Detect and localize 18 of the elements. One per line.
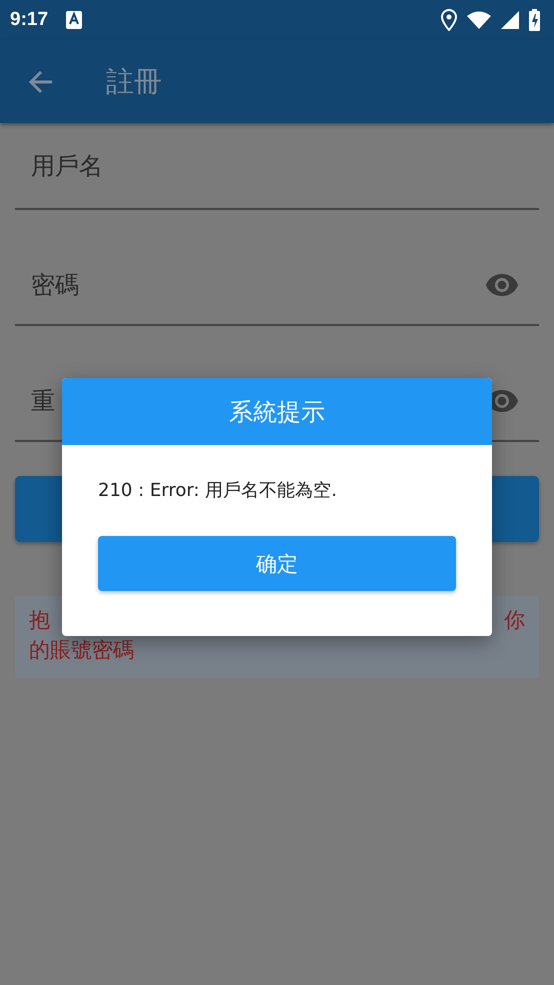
field-label: 密碼 — [31, 270, 79, 301]
field-label: 重 — [31, 386, 55, 417]
battery-icon — [529, 9, 540, 31]
location-icon — [441, 9, 457, 31]
wifi-icon — [467, 11, 491, 29]
app-bar-title: 註冊 — [106, 64, 162, 100]
notice-text: 的賬號密碼 — [29, 637, 135, 664]
back-arrow-icon[interactable] — [28, 68, 54, 94]
dialog-title: 系統提示 — [62, 378, 492, 445]
signal-icon — [501, 11, 519, 29]
dialog-message: 210 : Error: 用戶名不能為空. — [97, 479, 338, 502]
eye-icon[interactable] — [485, 273, 519, 297]
confirm-button[interactable]: 确定 — [98, 536, 456, 592]
keyboard-a-icon — [66, 11, 82, 29]
field-label: 用戶名 — [31, 150, 103, 182]
status-time: 9:17 — [10, 9, 48, 31]
notice-text: 你 — [504, 607, 525, 634]
notice-text: 抱 — [29, 607, 50, 634]
